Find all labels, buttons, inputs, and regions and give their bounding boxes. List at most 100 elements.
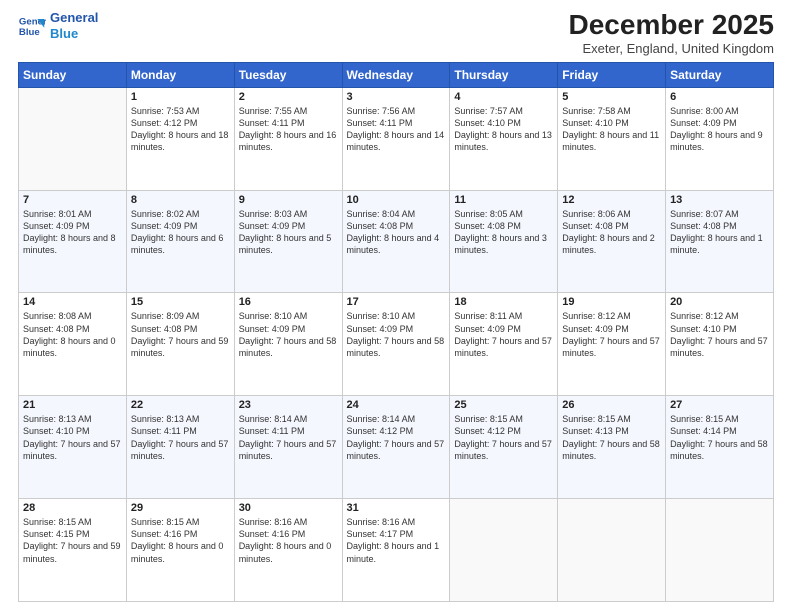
col-friday: Friday	[558, 62, 666, 87]
table-row	[450, 499, 558, 602]
col-sunday: Sunday	[19, 62, 127, 87]
table-row: 22 Sunrise: 8:13 AMSunset: 4:11 PMDaylig…	[126, 396, 234, 499]
day-number: 2	[239, 91, 338, 103]
table-row: 19 Sunrise: 8:12 AMSunset: 4:09 PMDaylig…	[558, 293, 666, 396]
table-row	[558, 499, 666, 602]
day-info: Sunrise: 8:15 AMSunset: 4:15 PMDaylight:…	[23, 517, 121, 563]
day-info: Sunrise: 7:58 AMSunset: 4:10 PMDaylight:…	[562, 106, 659, 152]
day-info: Sunrise: 8:10 AMSunset: 4:09 PMDaylight:…	[239, 311, 337, 357]
table-row: 24 Sunrise: 8:14 AMSunset: 4:12 PMDaylig…	[342, 396, 450, 499]
table-row: 15 Sunrise: 8:09 AMSunset: 4:08 PMDaylig…	[126, 293, 234, 396]
day-info: Sunrise: 8:11 AMSunset: 4:09 PMDaylight:…	[454, 311, 552, 357]
calendar-header-row: Sunday Monday Tuesday Wednesday Thursday…	[19, 62, 774, 87]
day-number: 29	[131, 502, 230, 514]
table-row: 27 Sunrise: 8:15 AMSunset: 4:14 PMDaylig…	[666, 396, 774, 499]
col-monday: Monday	[126, 62, 234, 87]
month-title: December 2025	[569, 10, 774, 41]
table-row: 1 Sunrise: 7:53 AMSunset: 4:12 PMDayligh…	[126, 87, 234, 190]
day-info: Sunrise: 8:15 AMSunset: 4:16 PMDaylight:…	[131, 517, 224, 563]
day-number: 28	[23, 502, 122, 514]
day-info: Sunrise: 8:06 AMSunset: 4:08 PMDaylight:…	[562, 209, 655, 255]
day-number: 31	[347, 502, 446, 514]
table-row: 20 Sunrise: 8:12 AMSunset: 4:10 PMDaylig…	[666, 293, 774, 396]
day-info: Sunrise: 8:12 AMSunset: 4:09 PMDaylight:…	[562, 311, 660, 357]
day-number: 25	[454, 399, 553, 411]
day-info: Sunrise: 8:14 AMSunset: 4:11 PMDaylight:…	[239, 414, 337, 460]
table-row: 28 Sunrise: 8:15 AMSunset: 4:15 PMDaylig…	[19, 499, 127, 602]
day-number: 4	[454, 91, 553, 103]
day-info: Sunrise: 8:09 AMSunset: 4:08 PMDaylight:…	[131, 311, 229, 357]
day-info: Sunrise: 7:57 AMSunset: 4:10 PMDaylight:…	[454, 106, 552, 152]
day-number: 23	[239, 399, 338, 411]
logo-icon: General Blue	[18, 12, 46, 40]
day-info: Sunrise: 8:12 AMSunset: 4:10 PMDaylight:…	[670, 311, 768, 357]
day-number: 12	[562, 194, 661, 206]
table-row: 5 Sunrise: 7:58 AMSunset: 4:10 PMDayligh…	[558, 87, 666, 190]
day-info: Sunrise: 8:10 AMSunset: 4:09 PMDaylight:…	[347, 311, 445, 357]
table-row: 14 Sunrise: 8:08 AMSunset: 4:08 PMDaylig…	[19, 293, 127, 396]
table-row: 17 Sunrise: 8:10 AMSunset: 4:09 PMDaylig…	[342, 293, 450, 396]
day-info: Sunrise: 8:04 AMSunset: 4:08 PMDaylight:…	[347, 209, 440, 255]
day-info: Sunrise: 8:16 AMSunset: 4:16 PMDaylight:…	[239, 517, 332, 563]
calendar-table: Sunday Monday Tuesday Wednesday Thursday…	[18, 62, 774, 602]
table-row: 13 Sunrise: 8:07 AMSunset: 4:08 PMDaylig…	[666, 190, 774, 293]
day-number: 24	[347, 399, 446, 411]
col-tuesday: Tuesday	[234, 62, 342, 87]
day-info: Sunrise: 8:15 AMSunset: 4:13 PMDaylight:…	[562, 414, 660, 460]
table-row: 16 Sunrise: 8:10 AMSunset: 4:09 PMDaylig…	[234, 293, 342, 396]
day-number: 3	[347, 91, 446, 103]
table-row: 26 Sunrise: 8:15 AMSunset: 4:13 PMDaylig…	[558, 396, 666, 499]
day-number: 13	[670, 194, 769, 206]
day-number: 16	[239, 296, 338, 308]
day-number: 21	[23, 399, 122, 411]
location: Exeter, England, United Kingdom	[569, 41, 774, 56]
table-row: 23 Sunrise: 8:14 AMSunset: 4:11 PMDaylig…	[234, 396, 342, 499]
table-row: 18 Sunrise: 8:11 AMSunset: 4:09 PMDaylig…	[450, 293, 558, 396]
table-row: 30 Sunrise: 8:16 AMSunset: 4:16 PMDaylig…	[234, 499, 342, 602]
day-info: Sunrise: 8:07 AMSunset: 4:08 PMDaylight:…	[670, 209, 763, 255]
table-row: 10 Sunrise: 8:04 AMSunset: 4:08 PMDaylig…	[342, 190, 450, 293]
day-number: 20	[670, 296, 769, 308]
day-info: Sunrise: 8:13 AMSunset: 4:10 PMDaylight:…	[23, 414, 121, 460]
table-row: 29 Sunrise: 8:15 AMSunset: 4:16 PMDaylig…	[126, 499, 234, 602]
svg-text:Blue: Blue	[19, 26, 40, 37]
day-number: 17	[347, 296, 446, 308]
day-info: Sunrise: 8:16 AMSunset: 4:17 PMDaylight:…	[347, 517, 440, 563]
day-info: Sunrise: 8:08 AMSunset: 4:08 PMDaylight:…	[23, 311, 116, 357]
day-info: Sunrise: 7:53 AMSunset: 4:12 PMDaylight:…	[131, 106, 229, 152]
table-row: 4 Sunrise: 7:57 AMSunset: 4:10 PMDayligh…	[450, 87, 558, 190]
table-row: 2 Sunrise: 7:55 AMSunset: 4:11 PMDayligh…	[234, 87, 342, 190]
day-info: Sunrise: 8:00 AMSunset: 4:09 PMDaylight:…	[670, 106, 763, 152]
day-number: 8	[131, 194, 230, 206]
day-number: 30	[239, 502, 338, 514]
day-number: 5	[562, 91, 661, 103]
col-thursday: Thursday	[450, 62, 558, 87]
table-row: 6 Sunrise: 8:00 AMSunset: 4:09 PMDayligh…	[666, 87, 774, 190]
day-number: 1	[131, 91, 230, 103]
table-row	[19, 87, 127, 190]
day-number: 6	[670, 91, 769, 103]
day-info: Sunrise: 7:55 AMSunset: 4:11 PMDaylight:…	[239, 106, 337, 152]
day-info: Sunrise: 8:05 AMSunset: 4:08 PMDaylight:…	[454, 209, 547, 255]
page: General Blue General Blue December 2025 …	[0, 0, 792, 612]
day-number: 9	[239, 194, 338, 206]
table-row: 11 Sunrise: 8:05 AMSunset: 4:08 PMDaylig…	[450, 190, 558, 293]
table-row: 3 Sunrise: 7:56 AMSunset: 4:11 PMDayligh…	[342, 87, 450, 190]
table-row: 21 Sunrise: 8:13 AMSunset: 4:10 PMDaylig…	[19, 396, 127, 499]
day-number: 10	[347, 194, 446, 206]
logo: General Blue General Blue	[18, 10, 98, 41]
day-number: 27	[670, 399, 769, 411]
table-row: 12 Sunrise: 8:06 AMSunset: 4:08 PMDaylig…	[558, 190, 666, 293]
day-info: Sunrise: 8:15 AMSunset: 4:12 PMDaylight:…	[454, 414, 552, 460]
table-row: 25 Sunrise: 8:15 AMSunset: 4:12 PMDaylig…	[450, 396, 558, 499]
day-info: Sunrise: 8:15 AMSunset: 4:14 PMDaylight:…	[670, 414, 768, 460]
day-number: 22	[131, 399, 230, 411]
day-info: Sunrise: 8:14 AMSunset: 4:12 PMDaylight:…	[347, 414, 445, 460]
day-number: 26	[562, 399, 661, 411]
day-info: Sunrise: 8:03 AMSunset: 4:09 PMDaylight:…	[239, 209, 332, 255]
table-row	[666, 499, 774, 602]
table-row: 8 Sunrise: 8:02 AMSunset: 4:09 PMDayligh…	[126, 190, 234, 293]
day-info: Sunrise: 8:02 AMSunset: 4:09 PMDaylight:…	[131, 209, 224, 255]
day-number: 19	[562, 296, 661, 308]
day-number: 15	[131, 296, 230, 308]
